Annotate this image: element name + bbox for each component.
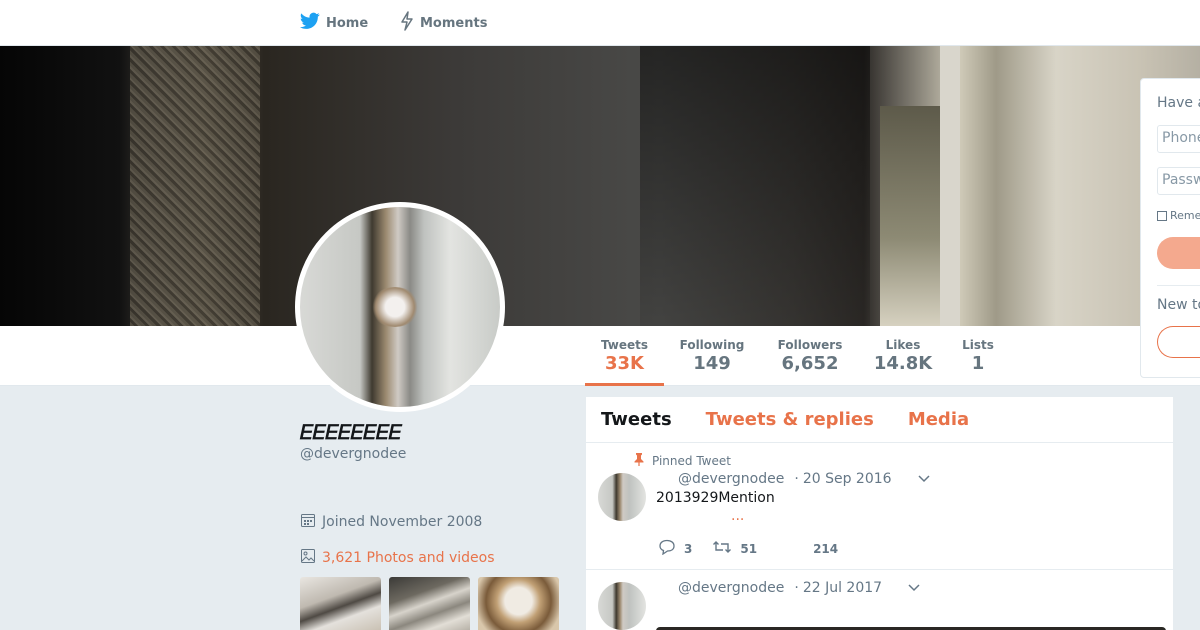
banner-pipe bbox=[940, 46, 960, 326]
stat-value: 1 bbox=[971, 353, 985, 374]
signup-title: New to bbox=[1157, 297, 1200, 313]
retweet-count: 51 bbox=[740, 541, 758, 556]
nav-moments-label: Moments bbox=[420, 15, 488, 31]
pinned-label: Pinned Tweet bbox=[652, 454, 731, 468]
photos-and-videos-link[interactable]: 3,621 Photos and videos bbox=[300, 548, 495, 568]
reply-button[interactable]: 3 bbox=[658, 539, 692, 558]
tweet-more-link[interactable]: ... bbox=[731, 508, 744, 524]
tweet-avatar[interactable] bbox=[598, 582, 646, 630]
profile-header-card: 𝐸𝐸𝐸𝐸𝐸𝐸𝐸𝐸 @devergnodee bbox=[300, 420, 560, 462]
twitter-bird-icon bbox=[299, 12, 326, 34]
tweet[interactable]: Pinned Tweet @devergnodee · 20 Sep 2016 … bbox=[586, 443, 1173, 570]
tab-tweets[interactable]: Tweets bbox=[601, 409, 672, 430]
joined-date: Joined November 2008 bbox=[300, 512, 482, 532]
stat-value: 33K bbox=[605, 353, 644, 374]
stat-label: Lists bbox=[962, 338, 994, 352]
banner-alley bbox=[880, 106, 940, 326]
stat-value: 6,652 bbox=[781, 353, 839, 374]
tweet-handle[interactable]: @devergnodee bbox=[678, 580, 784, 596]
joined-date-text: Joined November 2008 bbox=[322, 514, 483, 530]
calendar-icon bbox=[300, 512, 322, 532]
reply-icon bbox=[658, 539, 684, 558]
stat-label: Tweets bbox=[600, 338, 649, 352]
profile-handle[interactable]: @devergnodee bbox=[300, 446, 560, 462]
profile-banner-image bbox=[0, 46, 1200, 326]
tweet-text: 2013929Mention bbox=[656, 490, 775, 506]
tweet-handle[interactable]: @devergnodee bbox=[678, 471, 784, 487]
lightning-icon bbox=[400, 11, 420, 35]
login-button[interactable] bbox=[1157, 237, 1200, 269]
tweet-date[interactable]: 20 Sep 2016 bbox=[803, 471, 892, 487]
separator-dot: · bbox=[794, 471, 799, 487]
tweet[interactable]: @devergnodee · 22 Jul 2017 bbox=[586, 570, 1173, 630]
stat-value: 14.8K bbox=[873, 353, 933, 374]
login-card: Have a Phone Passw Reme New to bbox=[1140, 78, 1200, 378]
photo-thumbnails bbox=[300, 577, 559, 630]
separator-dot: · bbox=[794, 580, 799, 596]
reply-count: 3 bbox=[684, 541, 693, 556]
signup-button[interactable] bbox=[1157, 326, 1200, 358]
photo-thumbnail[interactable] bbox=[300, 577, 381, 630]
tab-tweets-and-replies[interactable]: Tweets & replies bbox=[706, 409, 874, 430]
nav-home-label: Home bbox=[326, 15, 369, 31]
stat-following[interactable]: Following 149 bbox=[672, 326, 752, 386]
remember-me[interactable]: Reme bbox=[1157, 209, 1200, 222]
like-count: 214 bbox=[813, 541, 839, 556]
tweet-header: @devergnodee · 22 Jul 2017 bbox=[678, 580, 920, 596]
stat-lists[interactable]: Lists 1 bbox=[956, 326, 1000, 386]
stat-label: Followers bbox=[777, 338, 843, 352]
tweet-actions: 3 51 214 bbox=[658, 539, 858, 558]
login-divider bbox=[1157, 285, 1200, 286]
timeline-tabs: Tweets Tweets & replies Media bbox=[586, 397, 1173, 443]
retweet-icon bbox=[712, 539, 740, 558]
stat-value: 149 bbox=[693, 353, 731, 374]
stat-label: Following bbox=[679, 338, 745, 352]
stat-label: Likes bbox=[885, 338, 921, 352]
tweet-header: @devergnodee · 20 Sep 2016 bbox=[678, 471, 930, 487]
password-input[interactable]: Passw bbox=[1157, 167, 1200, 195]
top-navigation-bar: Home Moments bbox=[0, 0, 1200, 46]
stat-tweets[interactable]: Tweets 33K bbox=[585, 326, 664, 386]
photos-and-videos-label: 3,621 Photos and videos bbox=[322, 550, 495, 566]
avatar-cat-face bbox=[370, 287, 420, 327]
chevron-down-icon[interactable] bbox=[918, 471, 930, 487]
pin-icon bbox=[634, 453, 652, 469]
remember-label: Reme bbox=[1170, 209, 1200, 222]
remember-checkbox[interactable] bbox=[1157, 210, 1167, 221]
stat-likes[interactable]: Likes 14.8K bbox=[868, 326, 938, 386]
profile-avatar[interactable] bbox=[295, 202, 505, 412]
profile-name[interactable]: 𝐸𝐸𝐸𝐸𝐸𝐸𝐸𝐸 bbox=[300, 420, 560, 444]
banner-shadow bbox=[640, 46, 870, 326]
nav-home[interactable]: Home bbox=[299, 0, 369, 46]
image-icon bbox=[300, 548, 322, 568]
banner-wall-texture bbox=[130, 46, 260, 326]
chevron-down-icon[interactable] bbox=[908, 580, 920, 596]
login-title: Have a bbox=[1157, 95, 1200, 111]
photo-thumbnail[interactable] bbox=[478, 577, 559, 630]
photo-thumbnail[interactable] bbox=[389, 577, 470, 630]
phone-input[interactable]: Phone bbox=[1157, 125, 1200, 153]
stat-followers[interactable]: Followers 6,652 bbox=[770, 326, 850, 386]
nav-moments[interactable]: Moments bbox=[400, 0, 487, 46]
tab-media[interactable]: Media bbox=[908, 409, 969, 430]
retweet-button[interactable]: 51 bbox=[712, 539, 757, 558]
pinned-tweet-indicator: Pinned Tweet bbox=[634, 453, 731, 469]
tweet-date[interactable]: 22 Jul 2017 bbox=[803, 580, 882, 596]
tweet-avatar[interactable] bbox=[598, 473, 646, 521]
timeline: Tweets Tweets & replies Media Pinned Twe… bbox=[586, 397, 1173, 630]
like-button[interactable]: 214 bbox=[813, 542, 838, 556]
